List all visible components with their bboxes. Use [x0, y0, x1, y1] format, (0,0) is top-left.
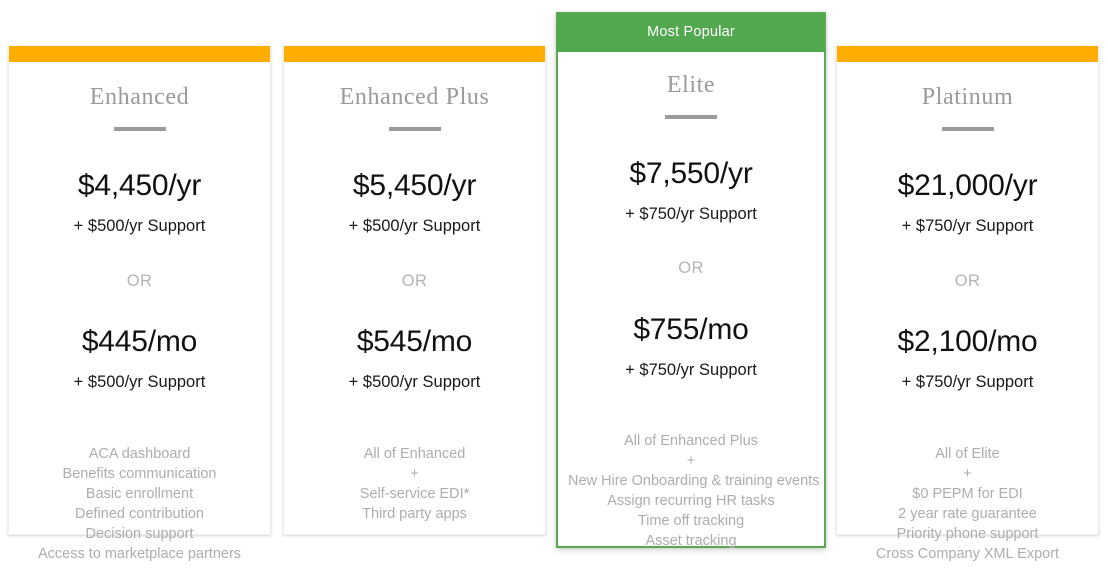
pricing-card-enhanced[interactable]: Enhanced $4,450/yr + $500/yr Support OR …	[8, 46, 271, 562]
feature-item: New Hire Onboarding & training events	[568, 473, 820, 489]
feature-item: All of Enhanced Plus	[624, 433, 758, 449]
support-yearly: + $500/yr Support	[348, 217, 481, 235]
feature-item-plus: +	[963, 465, 972, 482]
support-yearly: + $500/yr Support	[73, 217, 206, 235]
or-separator: OR	[126, 271, 153, 290]
feature-item-plus: +	[410, 465, 419, 482]
price-monthly: $755/mo	[633, 312, 749, 346]
feature-list: ACA dashboard Benefits communication Bas…	[19, 444, 260, 578]
or-separator: OR	[401, 271, 428, 290]
support-monthly: + $750/yr Support	[625, 360, 757, 379]
or-separator: OR	[954, 271, 981, 290]
feature-item: ACA dashboard	[88, 445, 191, 462]
price-yearly: $4,450/yr	[77, 169, 202, 202]
pricing-card-enhanced-plus[interactable]: Enhanced Plus $5,450/yr + $500/yr Suppor…	[283, 46, 546, 535]
support-yearly: + $750/yr Support	[625, 204, 757, 223]
price-yearly: $7,550/yr	[629, 156, 753, 190]
accent-bar-top	[9, 46, 270, 62]
feature-list: All of Elite + $0 PEPM for EDI 2 year ra…	[847, 444, 1088, 578]
feature-item: Asset tracking	[645, 533, 737, 549]
price-block: $7,550/yr + $750/yr Support OR $755/mo +…	[568, 119, 814, 379]
feature-item: Priority phone support	[896, 525, 1039, 542]
pricing-card-platinum[interactable]: Platinum $21,000/yr + $750/yr Support OR…	[836, 46, 1099, 562]
pricing-table: Enhanced $4,450/yr + $500/yr Support OR …	[0, 0, 1108, 562]
plan-name: Enhanced	[89, 84, 190, 110]
feature-item: All of Enhanced	[363, 445, 466, 462]
plan-name: Platinum	[921, 84, 1014, 110]
feature-item: Basic enrollment	[85, 485, 194, 502]
accent-bar-top	[284, 46, 545, 62]
price-yearly: $21,000/yr	[897, 169, 1038, 202]
support-monthly: + $500/yr Support	[73, 373, 206, 391]
price-block: $21,000/yr + $750/yr Support OR $2,100/m…	[847, 131, 1088, 391]
most-popular-badge: Most Popular	[558, 14, 824, 52]
price-block: $4,450/yr + $500/yr Support OR $445/mo +…	[19, 131, 260, 391]
accent-bar-top	[837, 46, 1098, 62]
plan-name: Enhanced Plus	[339, 84, 490, 110]
card-body: Enhanced Plus $5,450/yr + $500/yr Suppor…	[284, 62, 545, 538]
support-monthly: + $500/yr Support	[348, 373, 481, 391]
support-yearly: + $750/yr Support	[901, 217, 1034, 235]
feature-item: Self-service EDI*	[359, 485, 470, 502]
feature-item-plus: +	[686, 453, 696, 469]
or-separator: OR	[678, 259, 704, 277]
card-body: Enhanced $4,450/yr + $500/yr Support OR …	[9, 62, 270, 578]
price-yearly: $5,450/yr	[352, 169, 477, 202]
support-monthly: + $750/yr Support	[901, 373, 1034, 391]
price-monthly: $445/mo	[81, 325, 198, 358]
feature-item: Benefits communication	[62, 465, 217, 482]
feature-item: Cross Company XML Export	[875, 545, 1060, 562]
card-body: Elite $7,550/yr + $750/yr Support OR $75…	[558, 52, 824, 566]
feature-item: All of Elite	[935, 445, 1000, 462]
feature-list: All of Enhanced + Self-service EDI* Thir…	[294, 444, 535, 538]
feature-item: Assign recurring HR tasks	[607, 493, 775, 509]
price-monthly: $2,100/mo	[897, 325, 1038, 358]
feature-item: Access to marketplace partners	[37, 545, 242, 562]
feature-item: Third party apps	[362, 505, 467, 522]
card-body: Platinum $21,000/yr + $750/yr Support OR…	[837, 62, 1098, 578]
price-block: $5,450/yr + $500/yr Support OR $545/mo +…	[294, 131, 535, 391]
feature-item: Defined contribution	[75, 505, 204, 522]
plan-name: Elite	[666, 71, 716, 98]
feature-item: Decision support	[85, 525, 194, 542]
feature-item: Time off tracking	[637, 513, 745, 529]
price-monthly: $545/mo	[356, 325, 473, 358]
feature-item: $0 PEPM for EDI	[912, 485, 1023, 502]
feature-item: 2 year rate guarantee	[898, 505, 1037, 522]
pricing-card-elite[interactable]: Most Popular Elite $7,550/yr + $750/yr S…	[556, 12, 826, 549]
feature-list: All of Enhanced Plus + New Hire Onboardi…	[568, 431, 820, 565]
